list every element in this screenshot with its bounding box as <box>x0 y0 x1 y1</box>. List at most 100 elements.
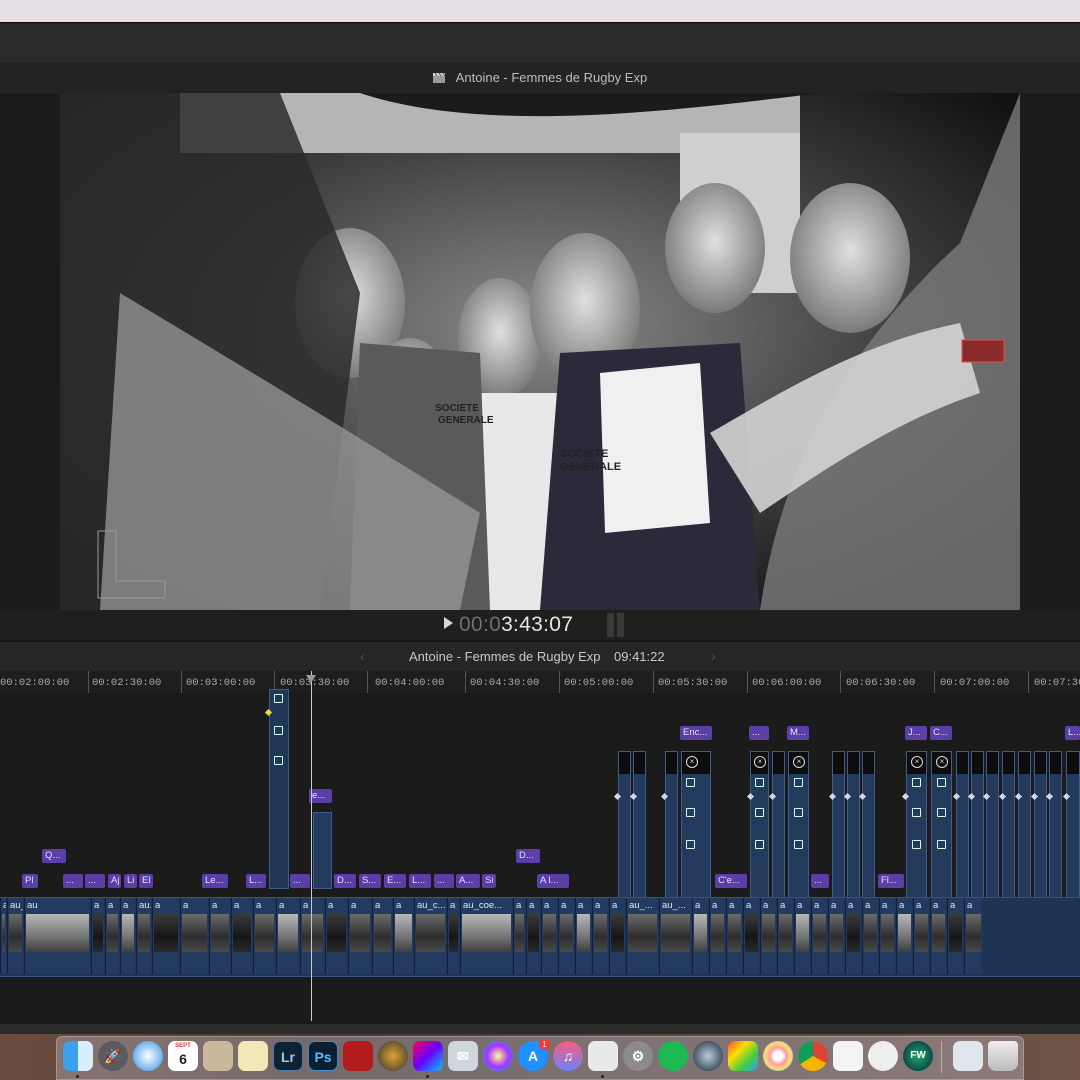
title-clip[interactable]: Si <box>482 874 496 888</box>
timeline-forward-arrow[interactable]: › <box>711 648 716 664</box>
connected-clip-stack[interactable] <box>269 689 289 889</box>
storyline-clip[interactable]: a <box>276 898 299 974</box>
storyline-clip[interactable]: a <box>743 898 759 974</box>
timeline-back-arrow[interactable]: ‹ <box>360 648 365 664</box>
checkbox-icon[interactable] <box>754 778 764 787</box>
finder-icon[interactable] <box>63 1041 93 1071</box>
storyline-clip[interactable]: a <box>393 898 413 974</box>
launchpad-icon[interactable]: 🚀 <box>98 1041 128 1071</box>
storyline-clip[interactable]: au... <box>136 898 151 974</box>
storyline-clip[interactable]: a <box>209 898 230 974</box>
checkbox-icon[interactable] <box>936 778 946 787</box>
storyline-clip[interactable]: a <box>372 898 392 974</box>
checkbox-icon[interactable] <box>754 808 764 817</box>
checkbox-icon[interactable] <box>911 808 921 817</box>
fetch-icon[interactable]: FW <box>903 1041 933 1071</box>
final-cut-pro-icon[interactable] <box>413 1041 443 1071</box>
mail-icon[interactable]: ✉ <box>448 1041 478 1071</box>
title-clip[interactable]: Fl... <box>878 874 904 888</box>
title-clip[interactable]: D... <box>334 874 356 888</box>
title-clip[interactable]: e... <box>309 789 332 803</box>
storyline-clip[interactable]: a <box>120 898 135 974</box>
storyline-clip[interactable]: au_coe... <box>460 898 512 974</box>
storyline-clip[interactable]: a <box>105 898 119 974</box>
title-clip[interactable]: L... <box>246 874 266 888</box>
title-clip[interactable]: El <box>139 874 153 888</box>
storyline-clip[interactable]: a <box>180 898 208 974</box>
close-icon[interactable]: × <box>911 756 923 768</box>
colors-icon[interactable] <box>728 1041 758 1071</box>
system-preferences-icon[interactable]: ⚙ <box>623 1041 653 1071</box>
checkbox-icon[interactable] <box>274 726 283 735</box>
notes-icon[interactable] <box>203 1041 233 1071</box>
checkbox-icon[interactable] <box>754 840 764 849</box>
storyline-clip[interactable]: a <box>300 898 324 974</box>
title-clip[interactable]: C... <box>930 726 952 740</box>
storyline-clip[interactable]: a <box>526 898 540 974</box>
storyline-clip[interactable]: a <box>845 898 861 974</box>
storyline-clip[interactable]: au_coeur_... <box>7 898 23 974</box>
itunes-icon[interactable]: ♫ <box>553 1041 583 1071</box>
photoshop-icon[interactable]: Ps <box>308 1041 338 1071</box>
quicktime-icon[interactable] <box>693 1041 723 1071</box>
storyline-clip[interactable]: a <box>828 898 844 974</box>
evernote-icon[interactable] <box>868 1041 898 1071</box>
lightroom-icon[interactable]: Lr <box>273 1041 303 1071</box>
checkbox-icon[interactable] <box>936 808 946 817</box>
checkbox-icon[interactable] <box>911 840 921 849</box>
storyline-clip[interactable]: a <box>913 898 929 974</box>
title-clip[interactable]: D... <box>516 849 540 863</box>
title-clip[interactable]: S... <box>359 874 381 888</box>
storyline-clip[interactable]: a <box>964 898 982 974</box>
checkbox-icon[interactable] <box>911 778 921 787</box>
storyline-clip[interactable]: a <box>777 898 793 974</box>
close-icon[interactable]: × <box>793 756 805 768</box>
spotify-icon[interactable] <box>658 1041 688 1071</box>
storyline-clip[interactable]: a <box>811 898 827 974</box>
storyline-clip[interactable]: a <box>348 898 371 974</box>
title-clip[interactable]: Li <box>124 874 137 888</box>
storyline-clip[interactable]: a <box>692 898 708 974</box>
textedit-icon[interactable] <box>238 1041 268 1071</box>
storyline-clip[interactable]: a <box>609 898 625 974</box>
checkbox-icon[interactable] <box>936 840 946 849</box>
storyline-clip[interactable]: au <box>24 898 90 974</box>
close-icon[interactable]: × <box>686 756 698 768</box>
checkbox-icon[interactable] <box>793 778 803 787</box>
storyline-clip[interactable]: a <box>794 898 810 974</box>
checkbox-icon[interactable] <box>274 756 283 765</box>
storyline-clip[interactable]: au_... <box>626 898 658 974</box>
connected-clip[interactable] <box>313 812 332 889</box>
title-clip[interactable]: ... <box>63 874 83 888</box>
title-clip[interactable]: Enc... <box>680 726 712 740</box>
playhead[interactable] <box>311 671 312 1021</box>
checkbox-icon[interactable] <box>686 808 695 817</box>
title-clip[interactable]: M... <box>787 726 809 740</box>
calendar-icon[interactable]: SEPT 6 <box>168 1041 198 1071</box>
trash-icon[interactable] <box>988 1041 1018 1071</box>
text-document-icon[interactable] <box>833 1041 863 1071</box>
title-clip[interactable]: ... <box>811 874 829 888</box>
safari-icon[interactable] <box>133 1041 163 1071</box>
title-clip[interactable]: A... <box>456 874 480 888</box>
storyline-clip[interactable]: au_c... <box>414 898 446 974</box>
storyline-clip[interactable]: a <box>726 898 742 974</box>
storyline-clip[interactable]: a <box>947 898 963 974</box>
title-clip[interactable]: E... <box>384 874 406 888</box>
title-clip[interactable]: L... <box>409 874 431 888</box>
storyline-clip[interactable]: a <box>930 898 946 974</box>
storyline-clip[interactable]: a <box>0 898 6 974</box>
storyline-clip[interactable]: a <box>709 898 725 974</box>
photos-icon[interactable] <box>763 1041 793 1071</box>
storyline-clip[interactable]: a <box>91 898 104 974</box>
checkbox-icon[interactable] <box>686 840 695 849</box>
viewer-frame[interactable]: SOCIETE GENERALE SOCIETE GENERALE <box>60 93 1020 610</box>
checkbox-icon[interactable] <box>793 840 803 849</box>
storyline-clip[interactable]: a <box>592 898 608 974</box>
storyline-clip[interactable]: a <box>325 898 347 974</box>
storyline-clip[interactable]: a <box>253 898 275 974</box>
storyline-clip[interactable]: a <box>862 898 878 974</box>
storyline-clip[interactable]: a <box>896 898 912 974</box>
play-icon[interactable] <box>444 617 453 629</box>
checkbox-icon[interactable] <box>793 808 803 817</box>
